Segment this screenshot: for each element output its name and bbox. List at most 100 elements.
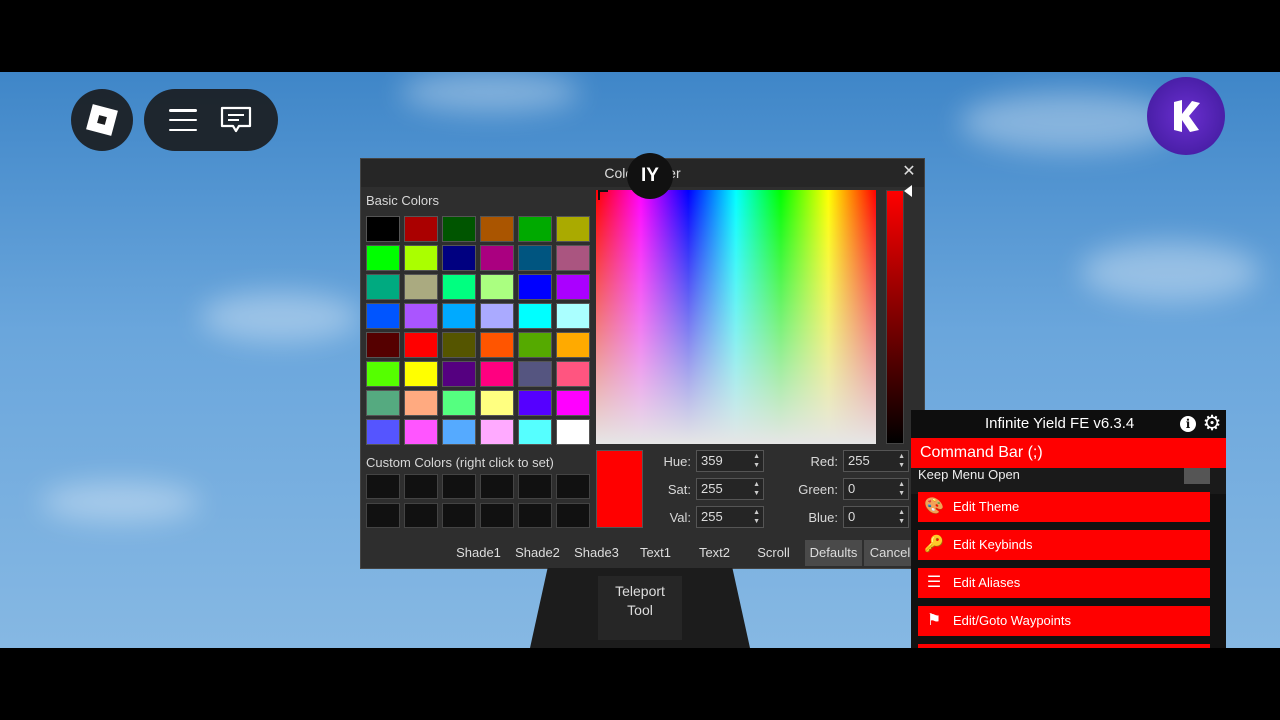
color-swatch[interactable] <box>480 303 514 329</box>
hue-input[interactable]: 359 ▲ ▼ <box>696 450 764 472</box>
cloud <box>1080 242 1260 302</box>
color-swatch[interactable] <box>556 390 590 416</box>
next-menu-item[interactable] <box>918 644 1210 648</box>
color-swatch[interactable] <box>480 216 514 242</box>
color-swatch[interactable] <box>404 216 438 242</box>
color-swatch[interactable] <box>404 332 438 358</box>
color-swatch[interactable] <box>480 274 514 300</box>
scroll-button[interactable]: Scroll <box>744 540 803 566</box>
hue-saturation-spectrum[interactable] <box>596 190 876 444</box>
color-swatch[interactable] <box>366 332 400 358</box>
custom-color-slot[interactable] <box>366 503 400 528</box>
edit-keybinds-button[interactable]: 🔑 Edit Keybinds <box>918 530 1210 560</box>
shade2-button[interactable]: Shade2 <box>508 540 567 566</box>
color-swatch[interactable] <box>480 245 514 271</box>
color-swatch[interactable] <box>518 390 552 416</box>
edit-aliases-button[interactable]: ☰ Edit Aliases <box>918 568 1210 598</box>
color-swatch[interactable] <box>556 303 590 329</box>
flag-icon: ⚑ <box>926 612 942 629</box>
gear-icon[interactable]: ⚙ <box>1201 413 1223 435</box>
cancel-button[interactable]: Cancel <box>864 540 916 566</box>
custom-color-slot[interactable] <box>556 503 590 528</box>
basic-colors-grid <box>366 216 590 445</box>
color-swatch[interactable] <box>404 419 438 445</box>
color-swatch[interactable] <box>442 245 476 271</box>
color-swatch[interactable] <box>442 216 476 242</box>
custom-color-slot[interactable] <box>556 474 590 499</box>
color-swatch[interactable] <box>518 419 552 445</box>
color-swatch[interactable] <box>480 419 514 445</box>
color-swatch[interactable] <box>404 361 438 387</box>
chat-icon[interactable] <box>219 105 253 135</box>
color-swatch[interactable] <box>518 245 552 271</box>
color-swatch[interactable] <box>518 332 552 358</box>
color-swatch[interactable] <box>442 274 476 300</box>
defaults-button[interactable]: Defaults <box>805 540 862 566</box>
color-swatch[interactable] <box>366 245 400 271</box>
color-swatch[interactable] <box>556 216 590 242</box>
custom-color-slot[interactable] <box>442 503 476 528</box>
color-swatch[interactable] <box>442 419 476 445</box>
text2-button[interactable]: Text2 <box>685 540 744 566</box>
edit-goto-waypoints-button[interactable]: ⚑ Edit/Goto Waypoints <box>918 606 1210 636</box>
teleport-tool-slot[interactable]: Teleport Tool <box>598 576 682 640</box>
color-swatch[interactable] <box>556 419 590 445</box>
custom-color-slot[interactable] <box>480 474 514 499</box>
custom-color-slot[interactable] <box>404 503 438 528</box>
spectrum-cursor[interactable] <box>598 190 608 200</box>
edit-theme-button[interactable]: 🎨 Edit Theme <box>918 492 1210 522</box>
color-swatch[interactable] <box>366 361 400 387</box>
color-swatch[interactable] <box>518 303 552 329</box>
color-swatch[interactable] <box>366 216 400 242</box>
color-swatch[interactable] <box>366 303 400 329</box>
color-swatch[interactable] <box>442 303 476 329</box>
roblox-menu-button[interactable] <box>71 89 133 151</box>
color-swatch[interactable] <box>480 390 514 416</box>
k-logo-badge[interactable] <box>1147 77 1225 155</box>
color-swatch[interactable] <box>442 332 476 358</box>
custom-color-slot[interactable] <box>518 474 552 499</box>
shade1-button[interactable]: Shade1 <box>449 540 508 566</box>
color-swatch[interactable] <box>404 303 438 329</box>
info-icon[interactable]: i <box>1180 416 1196 432</box>
color-swatch[interactable] <box>442 361 476 387</box>
color-swatch[interactable] <box>366 419 400 445</box>
value-slider-handle[interactable] <box>904 185 912 197</box>
color-swatch[interactable] <box>366 390 400 416</box>
custom-color-slot[interactable] <box>404 474 438 499</box>
keep-menu-open-toggle[interactable] <box>1184 468 1210 484</box>
sat-input[interactable]: 255 ▲ ▼ <box>696 478 764 500</box>
value-slider[interactable] <box>886 190 904 444</box>
color-swatch[interactable] <box>556 361 590 387</box>
custom-colors-label: Custom Colors (right click to set) <box>366 455 554 470</box>
color-swatch[interactable] <box>556 332 590 358</box>
color-swatch[interactable] <box>518 216 552 242</box>
color-swatch[interactable] <box>404 274 438 300</box>
color-swatch[interactable] <box>442 390 476 416</box>
color-swatch[interactable] <box>366 274 400 300</box>
hamburger-menu-icon[interactable] <box>169 109 197 131</box>
custom-color-slot[interactable] <box>480 503 514 528</box>
custom-color-slot[interactable] <box>442 474 476 499</box>
color-swatch[interactable] <box>518 361 552 387</box>
color-swatch[interactable] <box>404 245 438 271</box>
close-button[interactable]: ✕ <box>900 163 918 181</box>
command-bar[interactable]: Command Bar (;) <box>911 438 1226 468</box>
keep-menu-open-label: Keep Menu Open <box>911 468 1226 494</box>
text1-button[interactable]: Text1 <box>626 540 685 566</box>
color-swatch[interactable] <box>480 361 514 387</box>
iy-toggle-button[interactable]: IY <box>627 153 673 199</box>
color-swatch[interactable] <box>556 274 590 300</box>
red-input[interactable]: 255 ▲ ▼ <box>843 450 909 472</box>
green-label: Green: <box>798 482 838 497</box>
custom-color-slot[interactable] <box>518 503 552 528</box>
color-swatch[interactable] <box>480 332 514 358</box>
val-input[interactable]: 255 ▲ ▼ <box>696 506 764 528</box>
custom-color-slot[interactable] <box>366 474 400 499</box>
blue-input[interactable]: 0 ▲ ▼ <box>843 506 909 528</box>
color-swatch[interactable] <box>404 390 438 416</box>
shade3-button[interactable]: Shade3 <box>567 540 626 566</box>
color-swatch[interactable] <box>556 245 590 271</box>
green-input[interactable]: 0 ▲ ▼ <box>843 478 909 500</box>
color-swatch[interactable] <box>518 274 552 300</box>
